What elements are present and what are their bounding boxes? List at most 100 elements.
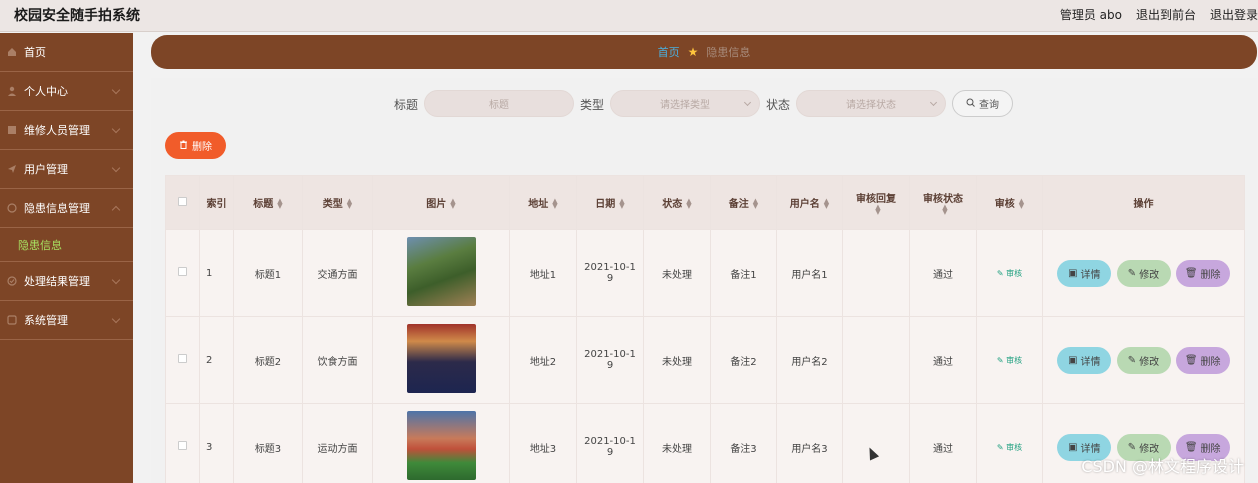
star-icon: ★	[687, 45, 699, 59]
sidebar-item-users[interactable]: 用户管理	[0, 150, 133, 189]
chevron-up-icon	[111, 205, 121, 215]
cell-index: 3	[199, 403, 234, 483]
cell-review-reply	[842, 403, 910, 483]
sort-icon: ▲ ▼	[686, 197, 692, 210]
sort-icon: ▲ ▼	[552, 197, 558, 210]
pencil-icon: ✎	[996, 442, 1004, 452]
sidebar-item-label: 维修人员管理	[24, 124, 90, 137]
review-link[interactable]: ✎ 审核	[997, 356, 1022, 365]
col-review[interactable]: 审核 ▲ ▼	[976, 175, 1043, 230]
col-date[interactable]: 日期 ▲ ▼	[576, 175, 644, 230]
sidebar-item-label: 处理结果管理	[24, 275, 90, 288]
sidebar-item-personal-center[interactable]: 个人中心	[0, 72, 133, 111]
trash-icon: 🗑	[1184, 267, 1198, 279]
query-button[interactable]: 查询	[952, 90, 1013, 117]
user-icon	[7, 86, 17, 96]
document-icon: ▣	[1068, 441, 1078, 453]
pencil-icon: ✎	[996, 355, 1004, 365]
sidebar-item-label: 系统管理	[24, 314, 68, 327]
chevron-down-icon	[111, 124, 121, 134]
cell-status: 未处理	[643, 229, 711, 317]
review-link[interactable]: ✎ 审核	[997, 269, 1022, 278]
sidebar-item-label: 用户管理	[24, 163, 68, 176]
breadcrumb-home[interactable]: 首页	[658, 44, 680, 60]
type-select[interactable]: 请选择类型	[610, 90, 760, 117]
cell-username: 用户名1	[776, 229, 843, 317]
check-icon	[7, 276, 17, 286]
title-input[interactable]: 标题	[424, 90, 574, 117]
cell-review: ✎ 审核	[976, 316, 1043, 404]
hazard-photo[interactable]	[406, 324, 476, 393]
edit-button[interactable]: ✎ 修改	[1116, 259, 1171, 287]
col-username[interactable]: 用户名 ▲ ▼	[776, 175, 843, 230]
sidebar-item-repair-staff[interactable]: 维修人员管理	[0, 111, 133, 150]
status-select[interactable]: 请选择状态	[796, 90, 946, 117]
table-row: 1 标题1 交通方面 地址1 2021-10-1 9 未处理 备注1 用户名1 通…	[165, 229, 1245, 317]
title-label: 标题	[394, 98, 419, 112]
logout-link[interactable]: 退出登录	[1210, 6, 1258, 23]
delete-button[interactable]: 🗑 删除	[1175, 346, 1230, 374]
cell-review: ✎ 审核	[976, 229, 1043, 317]
submenu-hazard-info[interactable]: 隐患信息	[0, 228, 133, 262]
pencil-icon: ✎	[996, 268, 1004, 278]
cell-review-reply	[842, 229, 910, 317]
col-review-reply[interactable]: 审核回复 ▲ ▼	[842, 175, 910, 230]
cell-date: 2021-10-1 9	[576, 403, 644, 483]
review-link[interactable]: ✎ 审核	[997, 443, 1022, 452]
col-title[interactable]: 标题 ▲ ▼	[233, 175, 303, 230]
cell-address: 地址2	[509, 316, 577, 404]
exit-to-frontend-link[interactable]: 退出到前台	[1136, 6, 1196, 23]
admin-user-link[interactable]: 管理员 abo	[1060, 6, 1122, 23]
col-note[interactable]: 备注 ▲ ▼	[710, 175, 777, 230]
hazard-photo[interactable]	[406, 411, 476, 480]
cell-actions: ▣ 详情 ✎ 修改 🗑 删除	[1042, 316, 1245, 404]
col-image[interactable]: 图片 ▲ ▼	[372, 175, 510, 230]
sidebar-item-label: 个人中心	[24, 85, 68, 98]
cell-type: 饮食方面	[302, 316, 373, 404]
cell-image	[372, 403, 510, 483]
col-index: 索引	[199, 175, 234, 230]
cell-review-reply	[842, 316, 910, 404]
edit-button[interactable]: ✎ 修改	[1116, 346, 1171, 374]
row-checkbox[interactable]	[165, 229, 200, 317]
sort-icon: ▲ ▼	[1018, 197, 1025, 210]
breadcrumb: 首页 ★ 隐患信息	[151, 35, 1257, 69]
sidebar-item-home[interactable]: 首页	[0, 33, 133, 72]
sidebar: 首页 个人中心 维修人员管理 用户管理 隐患信息管理 隐患信息 处理结果管理 系…	[0, 33, 133, 483]
cell-review: ✎ 审核	[976, 403, 1043, 483]
hazard-photo[interactable]	[406, 237, 476, 306]
cell-image	[372, 229, 510, 317]
detail-button[interactable]: ▣ 详情	[1057, 346, 1112, 374]
sidebar-item-system[interactable]: 系统管理	[0, 301, 133, 340]
main-panel: 标题 标题 类型 请选择类型 状态 请选择状态 查询 删除 索引 标题 ▲ ▼ …	[151, 78, 1257, 483]
batch-delete-button[interactable]: 删除	[165, 132, 226, 159]
cell-date: 2021-10-1 9	[576, 229, 644, 317]
col-actions: 操作	[1042, 175, 1245, 230]
send-icon	[7, 164, 17, 174]
cell-note: 备注1	[710, 229, 777, 317]
select-all-checkbox[interactable]	[165, 175, 200, 230]
col-status[interactable]: 状态 ▲ ▼	[643, 175, 711, 230]
delete-button[interactable]: 🗑 删除	[1175, 259, 1230, 287]
app-title: 校园安全随手拍系统	[14, 8, 140, 24]
cell-note: 备注2	[710, 316, 777, 404]
watermark: CSDN @林文程序设计	[1081, 457, 1244, 476]
sidebar-item-result-management[interactable]: 处理结果管理	[0, 262, 133, 301]
sidebar-item-hazard-management[interactable]: 隐患信息管理	[0, 189, 133, 228]
col-type[interactable]: 类型 ▲ ▼	[302, 175, 373, 230]
row-checkbox[interactable]	[165, 403, 200, 483]
row-checkbox[interactable]	[165, 316, 200, 404]
col-address[interactable]: 地址 ▲ ▼	[509, 175, 577, 230]
search-form: 标题 标题 类型 请选择类型 状态 请选择状态 查询	[151, 90, 1257, 118]
cell-index: 1	[199, 229, 234, 317]
pencil-icon: ✎	[1127, 441, 1137, 453]
cell-type: 交通方面	[302, 229, 373, 317]
sort-icon: ▲ ▼	[277, 197, 283, 210]
cell-title: 标题3	[233, 403, 303, 483]
sort-icon: ▲ ▼	[942, 202, 948, 216]
cell-review-status: 通过	[909, 229, 977, 317]
detail-button[interactable]: ▣ 详情	[1057, 259, 1112, 287]
trash-icon: 🗑	[1184, 441, 1198, 453]
hazard-table: 索引 标题 ▲ ▼ 类型 ▲ ▼ 图片 ▲ ▼ 地址 ▲ ▼ 日期 ▲ ▼ 状态 ▲ ▼ 备注 ▲ ▼ 用户…	[165, 175, 1245, 483]
col-review-status[interactable]: 审核状态 ▲ ▼	[909, 175, 977, 230]
